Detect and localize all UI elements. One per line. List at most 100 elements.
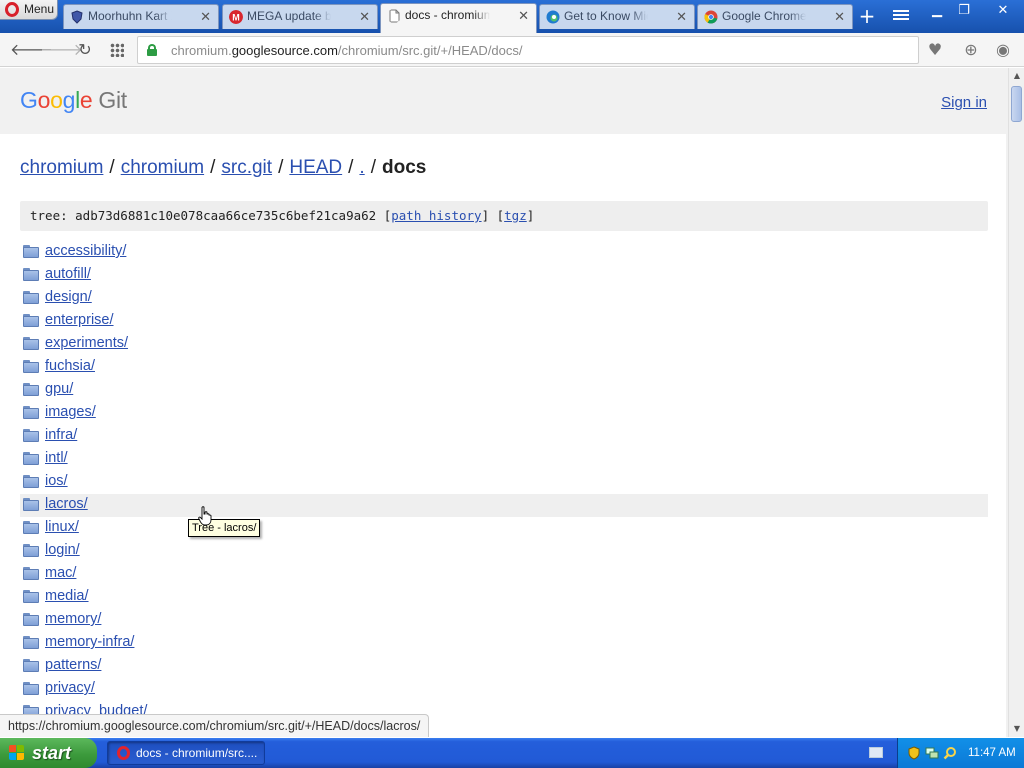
- file-list-row[interactable]: intl/: [20, 448, 988, 471]
- folder-link[interactable]: design/: [45, 289, 92, 305]
- close-tab-icon[interactable]: ✕: [359, 5, 370, 28]
- breadcrumb: chromium / chromium / src.git / HEAD /. / docs: [20, 157, 427, 178]
- close-tab-icon[interactable]: ✕: [518, 4, 529, 27]
- tab-title: Moorhuhn Kart XS | G: [88, 9, 172, 23]
- speed-dial-grid-icon[interactable]: [110, 43, 124, 57]
- secure-lock-icon: [147, 44, 157, 56]
- scroll-up-arrow-icon[interactable]: ▲: [1009, 68, 1024, 84]
- file-list-row[interactable]: design/: [20, 287, 988, 310]
- new-tab-plus-icon[interactable]: +: [858, 6, 876, 26]
- tab-mega[interactable]: M MEGA update browse ✕: [222, 4, 378, 29]
- file-list-row[interactable]: experiments/: [20, 333, 988, 356]
- breadcrumb-ref[interactable]: HEAD: [289, 157, 342, 178]
- folder-link[interactable]: patterns/: [45, 657, 101, 673]
- folder-link[interactable]: lacros/: [45, 496, 88, 512]
- taskbar-item-opera[interactable]: docs - chromium/src....: [107, 741, 265, 765]
- tree-hash: tree: adb73d6881c10e078caa66ce735c6bef21…: [30, 208, 377, 223]
- folder-link[interactable]: intl/: [45, 450, 68, 466]
- file-list-row[interactable]: privacy/: [20, 678, 988, 701]
- file-list-row[interactable]: images/: [20, 402, 988, 425]
- file-list-row[interactable]: enterprise/: [20, 310, 988, 333]
- tab-moorhuhn[interactable]: Moorhuhn Kart XS | G ✕: [63, 4, 219, 29]
- address-bar[interactable]: chromium.googlesource.com/chromium/src.g…: [137, 36, 919, 64]
- breadcrumb-root[interactable]: .: [359, 157, 364, 178]
- breadcrumb-project[interactable]: chromium: [121, 157, 204, 178]
- folder-icon: [23, 383, 39, 396]
- folder-icon: [23, 613, 39, 626]
- google-git-logo[interactable]: Google Git: [20, 87, 127, 114]
- folder-link[interactable]: linux/: [45, 519, 79, 535]
- file-list-row[interactable]: autofill/: [20, 264, 988, 287]
- folder-link[interactable]: mac/: [45, 565, 76, 581]
- folder-link[interactable]: login/: [45, 542, 80, 558]
- tab-docs-active[interactable]: docs - chromium/src.g ✕: [380, 3, 537, 33]
- folder-link[interactable]: images/: [45, 404, 96, 420]
- windows-taskbar: start docs - chromium/src.... 11:47 AM: [0, 738, 1024, 768]
- folder-link[interactable]: enterprise/: [45, 312, 114, 328]
- taskbar-item-label: docs - chromium/src....: [136, 746, 258, 760]
- edge-favicon-icon: [546, 10, 560, 24]
- folder-link[interactable]: autofill/: [45, 266, 91, 282]
- breadcrumb-host[interactable]: chromium: [20, 157, 103, 178]
- file-list-row[interactable]: lacros/: [20, 494, 988, 517]
- tab-chrome-web[interactable]: Google Chrome Web ✕: [697, 4, 853, 29]
- path-history-link[interactable]: path history: [391, 208, 481, 223]
- file-list-row[interactable]: memory/: [20, 609, 988, 632]
- forward-arrow-icon[interactable]: 🡒: [40, 39, 83, 61]
- opera-menu-button[interactable]: Menu: [0, 0, 58, 20]
- back-arrow-icon[interactable]: 🡐: [10, 39, 53, 61]
- windows-logo-icon: [9, 745, 26, 761]
- folder-link[interactable]: memory-infra/: [45, 634, 134, 650]
- file-list-row[interactable]: memory-infra/: [20, 632, 988, 655]
- security-shield-icon[interactable]: [907, 746, 921, 760]
- scroll-down-arrow-icon[interactable]: ▼: [1009, 721, 1024, 737]
- folder-icon: [23, 682, 39, 695]
- sign-in-link[interactable]: Sign in: [941, 94, 987, 111]
- file-list-row[interactable]: linux/: [20, 517, 988, 540]
- folder-link[interactable]: media/: [45, 588, 89, 604]
- start-button[interactable]: start: [0, 738, 97, 768]
- minimize-window-icon[interactable]: ▁: [926, 2, 948, 20]
- breadcrumb-repo[interactable]: src.git: [221, 157, 272, 178]
- download-icon[interactable]: ⊕: [962, 41, 980, 59]
- reload-icon[interactable]: ↻: [74, 39, 96, 61]
- file-list-row[interactable]: ios/: [20, 471, 988, 494]
- bookmark-heart-icon[interactable]: ♥: [926, 41, 944, 59]
- search-magnifier-icon[interactable]: [943, 746, 957, 760]
- close-tab-icon[interactable]: ✕: [200, 5, 211, 28]
- url-text[interactable]: chromium.googlesource.com/chromium/src.g…: [171, 43, 523, 58]
- file-list-row[interactable]: accessibility/: [20, 241, 988, 264]
- folder-link[interactable]: gpu/: [45, 381, 73, 397]
- taskbar-clock: 11:47 AM: [968, 747, 1016, 759]
- folder-link[interactable]: accessibility/: [45, 243, 126, 259]
- folder-link[interactable]: infra/: [45, 427, 77, 443]
- page-scrollbar[interactable]: ▲ ▼: [1008, 68, 1024, 737]
- account-icon[interactable]: ◉: [994, 41, 1012, 59]
- folder-link[interactable]: experiments/: [45, 335, 128, 351]
- network-icon[interactable]: [925, 746, 939, 760]
- file-list-row[interactable]: mac/: [20, 563, 988, 586]
- keyboard-layout-icon[interactable]: [869, 747, 883, 758]
- hand-cursor-icon: [198, 506, 212, 526]
- folder-link[interactable]: privacy/: [45, 680, 95, 696]
- tab-menu-icon[interactable]: [893, 8, 909, 22]
- file-list-row[interactable]: media/: [20, 586, 988, 609]
- file-list-row[interactable]: gpu/: [20, 379, 988, 402]
- close-tab-icon[interactable]: ✕: [834, 5, 845, 28]
- folder-link[interactable]: memory/: [45, 611, 101, 627]
- folder-link[interactable]: ios/: [45, 473, 68, 489]
- tab-microsoft[interactable]: Get to Know Microsof ✕: [539, 4, 695, 29]
- close-tab-icon[interactable]: ✕: [676, 5, 687, 28]
- file-list-row[interactable]: login/: [20, 540, 988, 563]
- folder-icon: [23, 452, 39, 465]
- folder-icon: [23, 590, 39, 603]
- menu-label: Menu: [24, 2, 55, 16]
- file-list-row[interactable]: infra/: [20, 425, 988, 448]
- folder-link[interactable]: fuchsia/: [45, 358, 95, 374]
- close-window-icon[interactable]: ✕: [992, 2, 1014, 20]
- file-list-row[interactable]: patterns/: [20, 655, 988, 678]
- scroll-thumb[interactable]: [1011, 86, 1022, 122]
- restore-window-icon[interactable]: ❐: [953, 2, 975, 20]
- file-list-row[interactable]: fuchsia/: [20, 356, 988, 379]
- tgz-link[interactable]: tgz: [504, 208, 527, 223]
